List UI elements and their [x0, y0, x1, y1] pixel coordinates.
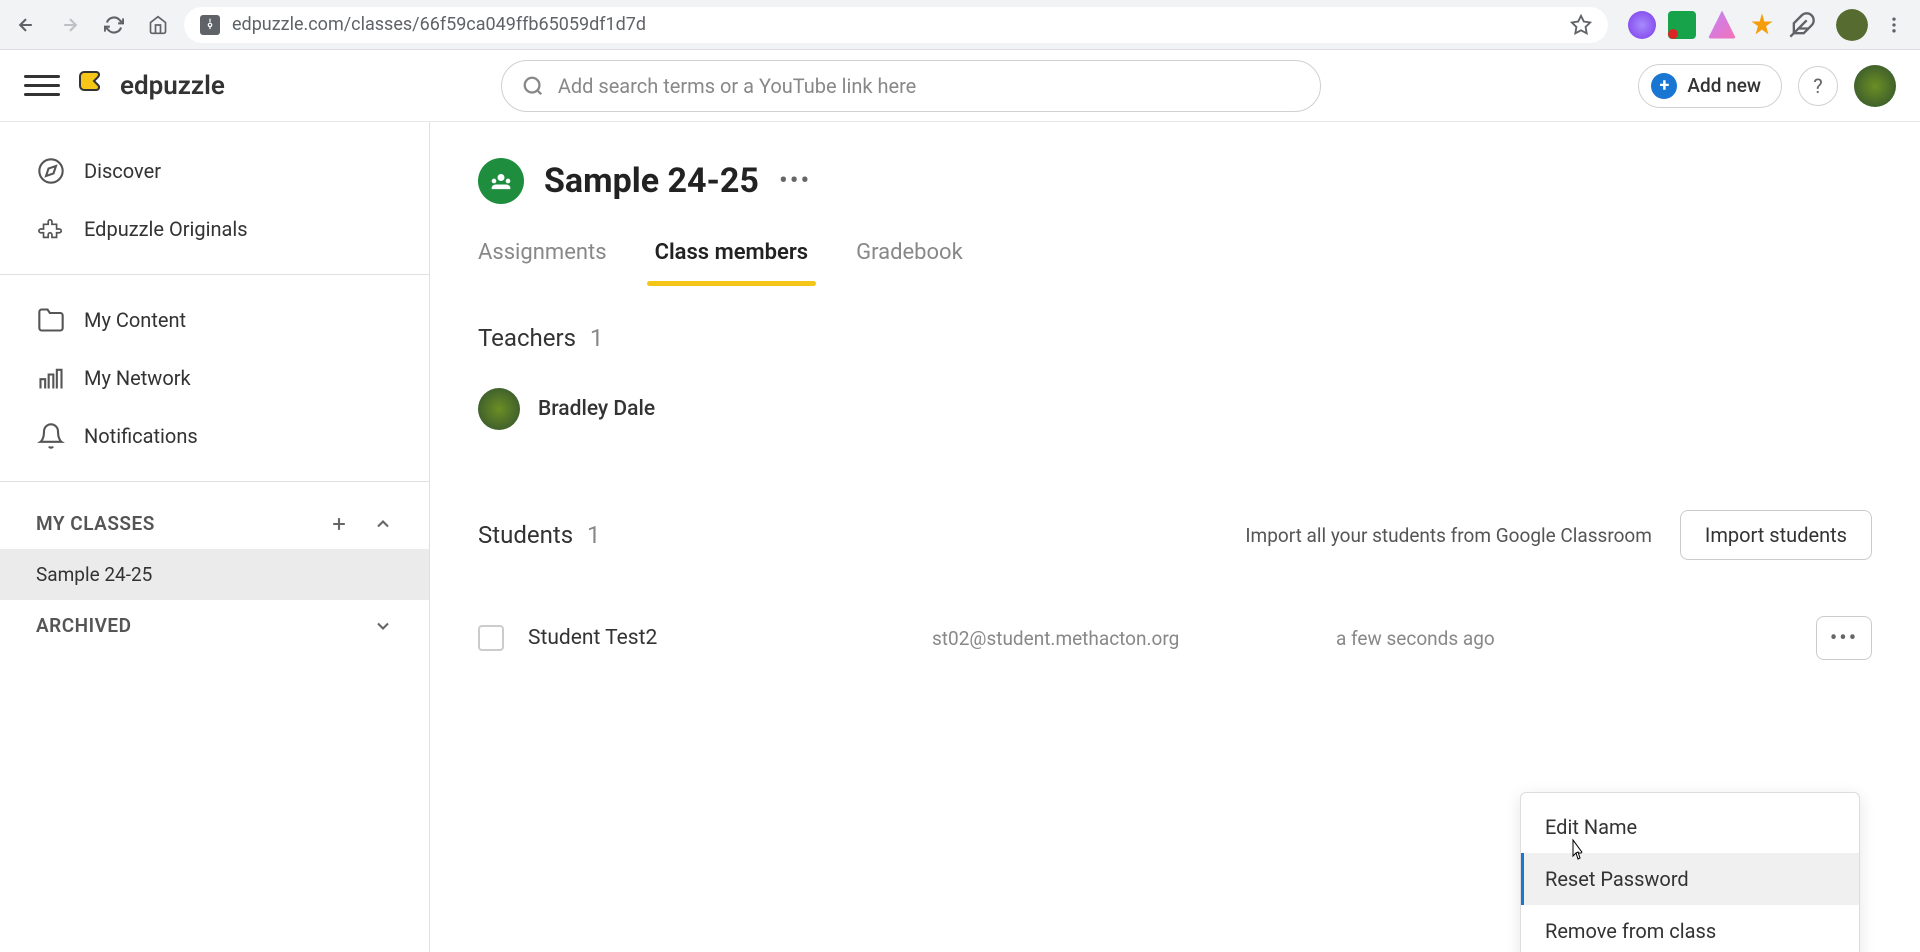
browser-menu-icon[interactable]	[1876, 7, 1912, 43]
sidebar-label: My Content	[84, 308, 186, 332]
folder-icon	[36, 305, 66, 335]
class-title: Sample 24-25	[544, 161, 759, 201]
plus-icon: +	[1651, 73, 1677, 99]
student-email: st02@student.methacton.org	[932, 627, 1312, 650]
teacher-avatar	[478, 388, 520, 430]
chevron-up-icon[interactable]	[373, 514, 393, 534]
extension-icon-1[interactable]	[1628, 11, 1656, 39]
sidebar-item-my-network[interactable]: My Network	[0, 349, 429, 407]
bell-icon	[36, 421, 66, 451]
class-menu-button[interactable]: •••	[779, 166, 811, 196]
add-new-label: Add new	[1687, 74, 1761, 97]
main-content: Sample 24-25 ••• Assignments Class membe…	[430, 122, 1920, 952]
extensions-menu-icon[interactable]	[1788, 11, 1816, 39]
dropdown-remove-from-class[interactable]: Remove from class	[1521, 905, 1859, 952]
student-checkbox[interactable]	[478, 625, 504, 651]
student-name[interactable]: Student Test2	[528, 626, 908, 650]
sidebar-item-notifications[interactable]: Notifications	[0, 407, 429, 465]
search-input[interactable]: Add search terms or a YouTube link here	[501, 60, 1321, 112]
browser-toolbar: edpuzzle.com/classes/66f59ca049ffb65059d…	[0, 0, 1920, 50]
students-count: 1	[587, 521, 601, 549]
teacher-name: Bradley Dale	[538, 397, 655, 421]
section-label: MY CLASSES	[36, 512, 155, 535]
app-header: edpuzzle Add search terms or a YouTube l…	[0, 50, 1920, 122]
sidebar-item-my-content[interactable]: My Content	[0, 291, 429, 349]
forward-button[interactable]	[52, 7, 88, 43]
teachers-count: 1	[590, 324, 604, 352]
add-new-button[interactable]: + Add new	[1638, 64, 1782, 108]
puzzle-icon	[36, 214, 66, 244]
class-name: Sample 24-25	[36, 563, 152, 586]
extension-icon-4[interactable]	[1748, 11, 1776, 39]
url-text: edpuzzle.com/classes/66f59ca049ffb65059d…	[232, 14, 646, 35]
dropdown-reset-password[interactable]: Reset Password	[1521, 853, 1859, 905]
student-menu-button[interactable]: •••	[1816, 616, 1872, 660]
teachers-heading: Teachers 1	[478, 324, 1872, 352]
home-button[interactable]	[140, 7, 176, 43]
import-students-button[interactable]: Import students	[1680, 510, 1872, 560]
menu-toggle-button[interactable]	[24, 68, 60, 104]
search-placeholder: Add search terms or a YouTube link here	[558, 74, 916, 98]
logo[interactable]: edpuzzle	[76, 68, 225, 104]
student-row: Student Test2 st02@student.methacton.org…	[478, 600, 1872, 676]
extensions-area	[1616, 11, 1828, 39]
bookmark-icon[interactable]	[1570, 14, 1592, 36]
tab-class-members[interactable]: Class members	[655, 240, 809, 283]
sidebar-label: Discover	[84, 159, 161, 183]
student-actions-dropdown: Edit Name Reset Password Remove from cla…	[1520, 792, 1860, 952]
extension-icon-2[interactable]	[1668, 11, 1696, 39]
section-label: ARCHIVED	[36, 614, 132, 637]
url-bar[interactable]: edpuzzle.com/classes/66f59ca049ffb65059d…	[184, 7, 1608, 43]
dropdown-edit-name[interactable]: Edit Name	[1521, 801, 1859, 853]
sidebar-section-my-classes[interactable]: MY CLASSES	[0, 498, 429, 549]
tab-gradebook[interactable]: Gradebook	[856, 240, 963, 283]
import-hint-text: Import all your students from Google Cla…	[1245, 524, 1652, 547]
network-icon	[36, 363, 66, 393]
site-settings-icon[interactable]	[200, 15, 220, 35]
students-header: Students 1 Import all your students from…	[478, 510, 1872, 560]
help-button[interactable]: ?	[1798, 66, 1838, 106]
search-icon	[522, 75, 544, 97]
students-heading: Students 1	[478, 521, 601, 549]
sidebar-item-discover[interactable]: Discover	[0, 142, 429, 200]
chevron-down-icon[interactable]	[373, 616, 393, 636]
add-class-icon[interactable]	[329, 514, 349, 534]
back-button[interactable]	[8, 7, 44, 43]
teacher-row: Bradley Dale	[478, 388, 1872, 430]
logo-text: edpuzzle	[120, 71, 225, 101]
student-last-seen: a few seconds ago	[1336, 627, 1616, 650]
tab-assignments[interactable]: Assignments	[478, 240, 607, 283]
sidebar-label: My Network	[84, 366, 191, 390]
user-avatar[interactable]	[1854, 65, 1896, 107]
class-header: Sample 24-25 •••	[478, 158, 1872, 204]
sidebar-label: Edpuzzle Originals	[84, 217, 248, 241]
sidebar-class-item[interactable]: Sample 24-25	[0, 549, 429, 600]
tabs: Assignments Class members Gradebook	[478, 240, 1872, 284]
sidebar-section-archived[interactable]: ARCHIVED	[0, 600, 429, 651]
browser-profile-avatar[interactable]	[1836, 9, 1868, 41]
sidebar-item-originals[interactable]: Edpuzzle Originals	[0, 200, 429, 258]
extension-icon-3[interactable]	[1708, 11, 1736, 39]
compass-icon	[36, 156, 66, 186]
sidebar: Discover Edpuzzle Originals My Content M…	[0, 122, 430, 952]
reload-button[interactable]	[96, 7, 132, 43]
sidebar-label: Notifications	[84, 424, 198, 448]
google-classroom-icon	[478, 158, 524, 204]
edpuzzle-logo-icon	[76, 68, 112, 104]
